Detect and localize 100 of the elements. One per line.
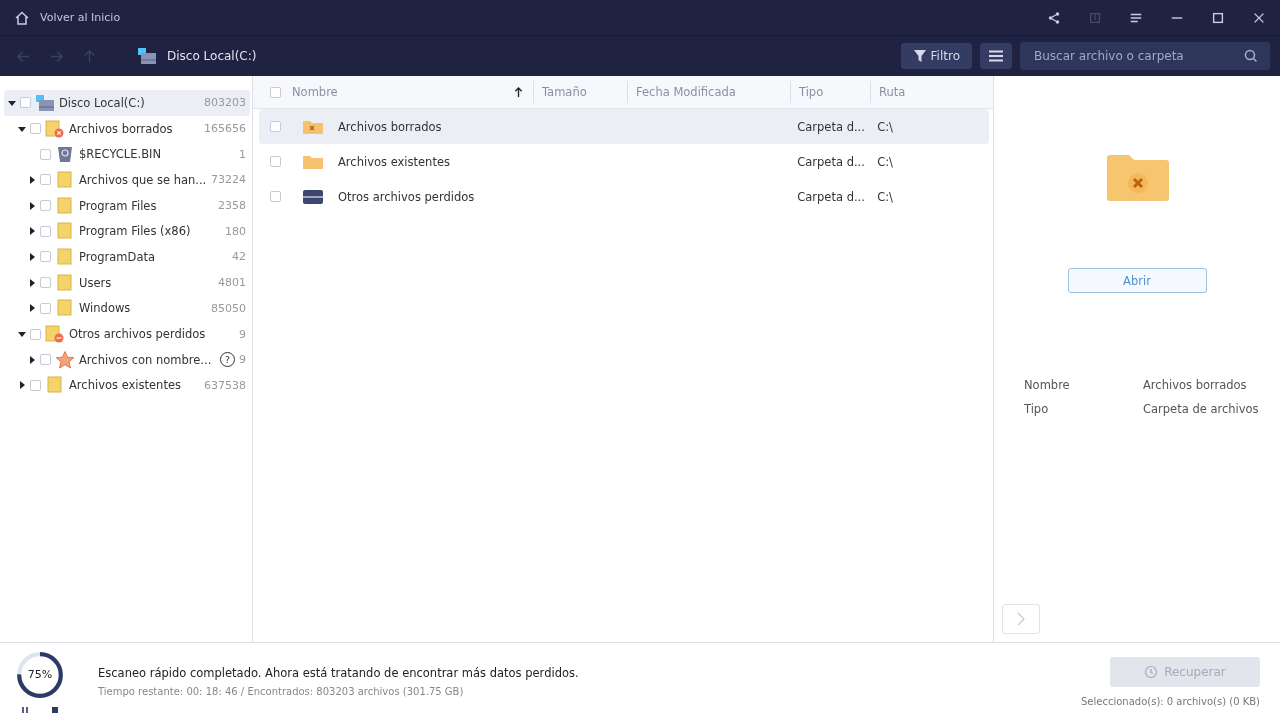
folder-icon bbox=[55, 247, 75, 266]
tree-item[interactable]: Archivos borrados 165656 bbox=[4, 115, 250, 142]
file-row[interactable]: Otros archivos perdidos Carpeta d... C:\ bbox=[259, 179, 989, 214]
checkbox[interactable] bbox=[30, 328, 41, 340]
folder-with-minus-badge-icon bbox=[45, 325, 65, 344]
expand-caret-icon[interactable] bbox=[28, 227, 36, 236]
file-name: Archivos existentes bbox=[338, 154, 450, 169]
tree-item[interactable]: Program Files 2358 bbox=[4, 192, 250, 219]
view-menu-button[interactable] bbox=[980, 43, 1012, 69]
checkbox[interactable] bbox=[40, 174, 51, 186]
tree-item-label: Disco Local(C:) bbox=[59, 95, 146, 110]
collapse-caret-icon[interactable] bbox=[18, 124, 26, 133]
home-icon[interactable] bbox=[14, 9, 30, 26]
tree-item-label: Archivos que se han... bbox=[79, 172, 207, 187]
clock-icon bbox=[1144, 664, 1159, 679]
file-row[interactable]: Archivos existentes Carpeta d... C:\ bbox=[259, 144, 989, 179]
expand-caret-icon[interactable] bbox=[28, 304, 36, 313]
tree-item[interactable]: Users 4801 bbox=[4, 269, 250, 296]
tree-item[interactable]: Otros archivos perdidos 9 bbox=[4, 321, 250, 347]
item-count: 4801 bbox=[218, 276, 246, 290]
funnel-icon bbox=[912, 49, 927, 63]
checkbox[interactable] bbox=[40, 251, 51, 263]
detail-value: Carpeta de archivos bbox=[1143, 402, 1260, 416]
folder-icon bbox=[45, 376, 65, 395]
checkbox[interactable] bbox=[270, 121, 281, 132]
tree-item[interactable]: Program Files (x86) 180 bbox=[4, 218, 250, 245]
expand-caret-icon[interactable] bbox=[28, 175, 36, 184]
tree-item-label: Archivos borrados bbox=[69, 121, 174, 136]
expand-caret-icon[interactable] bbox=[28, 355, 36, 364]
tree-item[interactable]: Windows 85050 bbox=[4, 295, 250, 322]
home-link[interactable]: Volver al Inicio bbox=[40, 11, 121, 24]
star-icon bbox=[55, 350, 75, 369]
expand-caret-icon[interactable] bbox=[28, 252, 36, 261]
file-path: C:\ bbox=[876, 189, 894, 204]
folder-icon bbox=[55, 170, 75, 189]
folder-with-x-icon bbox=[1105, 154, 1171, 202]
item-count: 42 bbox=[232, 250, 246, 264]
item-count: 165656 bbox=[204, 122, 246, 136]
file-type: Carpeta d... bbox=[796, 119, 866, 134]
collapse-caret-icon[interactable] bbox=[8, 98, 16, 107]
tree-item-label: Archivos existentes bbox=[69, 378, 182, 393]
menu-icon bbox=[988, 48, 1004, 64]
checkbox[interactable] bbox=[20, 97, 31, 109]
expand-caret-icon[interactable] bbox=[18, 381, 26, 390]
file-path: C:\ bbox=[876, 119, 894, 134]
tree-item[interactable]: Disco Local(C:) 803203 bbox=[4, 90, 250, 116]
checkbox[interactable] bbox=[40, 200, 51, 212]
detail-label: Nombre bbox=[1024, 378, 1071, 392]
tree-item-label: Archivos con nombre... bbox=[79, 352, 213, 367]
select-all-checkbox[interactable] bbox=[270, 86, 281, 98]
tree-item[interactable]: ProgramData 42 bbox=[4, 244, 250, 270]
file-name: Archivos borrados bbox=[338, 119, 442, 134]
checkbox[interactable] bbox=[270, 156, 281, 167]
checkbox[interactable] bbox=[30, 379, 41, 391]
recycle-bin-icon bbox=[55, 145, 75, 164]
expand-caret-icon[interactable] bbox=[28, 201, 36, 210]
tree-item-label: Windows bbox=[79, 301, 132, 316]
tree-item-label: Program Files (x86) bbox=[79, 224, 192, 239]
sort-arrow-icon[interactable] bbox=[514, 86, 523, 98]
checkbox[interactable] bbox=[40, 148, 51, 160]
search-field[interactable]: Buscar archivo o carpeta bbox=[1020, 42, 1270, 70]
pause-icon[interactable] bbox=[20, 704, 30, 715]
drive-icon bbox=[35, 93, 55, 112]
folder-icon bbox=[55, 222, 75, 241]
checkbox[interactable] bbox=[40, 277, 51, 289]
folder-icon bbox=[302, 153, 324, 170]
item-count: 1 bbox=[239, 147, 246, 161]
tree-item[interactable]: Archivos con nombre... ? 9 bbox=[4, 346, 250, 373]
checkbox[interactable] bbox=[40, 302, 51, 314]
checkbox[interactable] bbox=[30, 123, 41, 135]
tree-item-label: Otros archivos perdidos bbox=[69, 327, 207, 342]
collapse-caret-icon[interactable] bbox=[18, 330, 26, 339]
tree-item-label: ProgramData bbox=[79, 249, 156, 264]
expand-caret-icon[interactable] bbox=[28, 278, 36, 287]
folder-with-x-badge-icon bbox=[45, 119, 65, 138]
filter-button[interactable]: Filtro bbox=[900, 43, 972, 69]
file-type: Carpeta d... bbox=[796, 154, 866, 169]
checkbox[interactable] bbox=[40, 354, 51, 366]
folder-with-x-icon bbox=[302, 118, 324, 135]
item-count: 9 bbox=[239, 353, 246, 367]
checkbox[interactable] bbox=[40, 225, 51, 237]
checkbox[interactable] bbox=[270, 191, 281, 202]
drive-icon bbox=[137, 47, 157, 65]
file-path: C:\ bbox=[876, 154, 894, 169]
tree-item[interactable]: Archivos existentes 637538 bbox=[4, 372, 250, 399]
file-name: Otros archivos perdidos bbox=[338, 189, 475, 204]
drive-icon bbox=[302, 188, 324, 205]
file-type: Carpeta d... bbox=[796, 189, 866, 204]
folder-icon bbox=[55, 273, 75, 292]
maximize-icon[interactable] bbox=[1211, 10, 1225, 25]
share-icon[interactable] bbox=[1047, 10, 1061, 25]
tree-item[interactable]: Archivos que se han... 73224 bbox=[4, 167, 250, 193]
stop-icon[interactable] bbox=[50, 704, 60, 715]
item-count: 2358 bbox=[218, 199, 246, 213]
search-icon[interactable] bbox=[1244, 49, 1258, 63]
file-row[interactable]: Archivos borrados Carpeta d... C:\ bbox=[259, 109, 989, 144]
folder-icon bbox=[55, 196, 75, 215]
tree-item[interactable]: $RECYCLE.BIN 1 bbox=[4, 141, 250, 168]
item-count: 85050 bbox=[211, 301, 246, 315]
item-count: 180 bbox=[225, 224, 246, 238]
